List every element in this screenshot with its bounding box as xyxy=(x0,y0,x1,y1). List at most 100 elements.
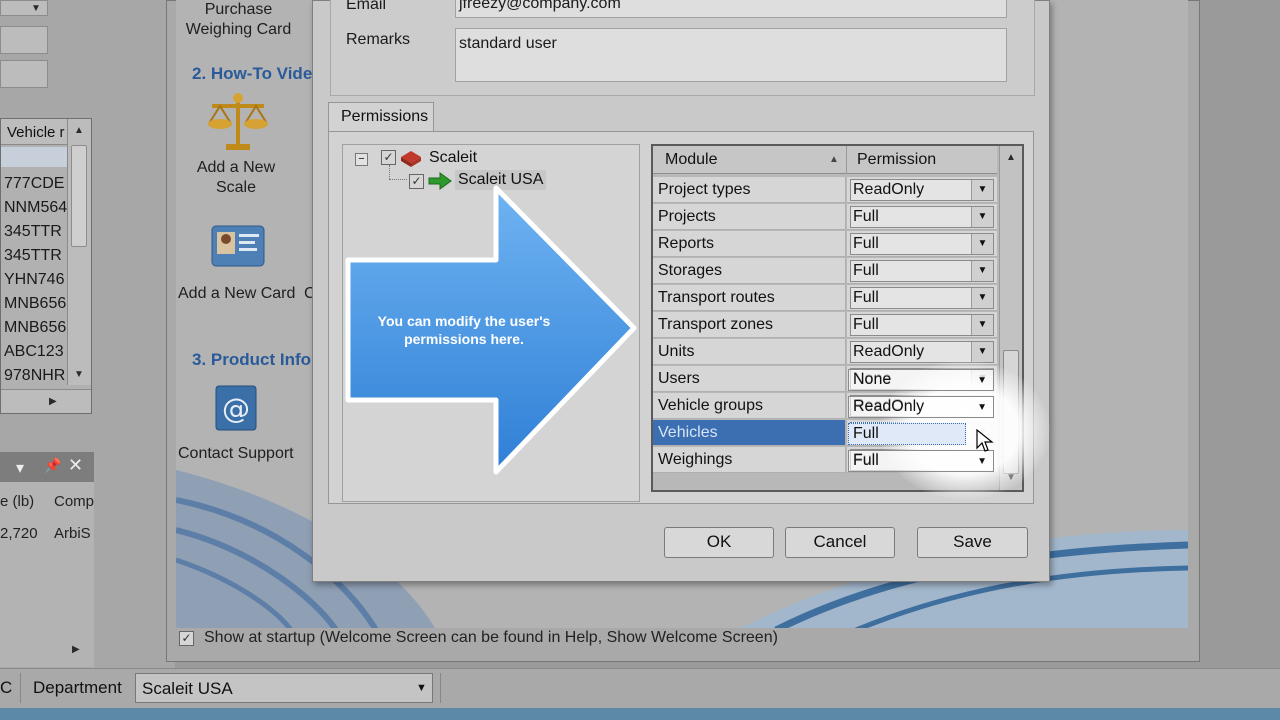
remarks-field[interactable]: standard user xyxy=(455,28,1007,82)
permission-value: Full xyxy=(853,451,879,468)
column-header-module[interactable]: Module xyxy=(665,151,717,169)
scale-icon[interactable] xyxy=(206,92,270,152)
permission-select[interactable]: Full ▼ xyxy=(850,233,994,255)
permission-select[interactable]: Full ▼ xyxy=(850,287,994,309)
tree-line xyxy=(389,165,390,179)
scroll-up-icon[interactable]: ▲ xyxy=(1006,152,1016,163)
list-item[interactable]: ABC123 xyxy=(4,343,64,361)
show-at-startup-row: ✓ Show at startup (Welcome Screen can be… xyxy=(176,628,1188,650)
module-cell[interactable]: Projects xyxy=(653,204,846,230)
column-header[interactable]: e (lb) xyxy=(0,493,34,510)
svg-text:@: @ xyxy=(222,392,250,425)
module-cell[interactable]: Storages xyxy=(653,258,846,284)
table-row[interactable]: Project types ReadOnly ▼ xyxy=(653,177,997,204)
tree-item-root[interactable]: Scaleit xyxy=(429,149,477,167)
module-cell[interactable]: Units xyxy=(653,339,846,365)
tree-line xyxy=(389,179,407,180)
chevron-down-icon[interactable]: ▼ xyxy=(971,342,993,362)
list-item[interactable]: MNB656 xyxy=(4,295,66,313)
tree-collapse-icon[interactable]: − xyxy=(355,153,368,166)
permission-select[interactable]: Full ▼ xyxy=(850,260,994,282)
permission-value: Full xyxy=(853,424,879,441)
contact-support-link[interactable]: Contact Support xyxy=(178,444,294,464)
cursor-spotlight xyxy=(880,360,1050,500)
module-cell[interactable]: Transport zones xyxy=(653,312,846,338)
list-item[interactable]: 777CDE xyxy=(4,175,64,193)
tree-checkbox[interactable]: ✓ xyxy=(381,150,396,165)
purchase-card-link[interactable]: Purchase Weighing Card xyxy=(176,0,301,40)
status-fragment: C xyxy=(0,678,13,697)
column-header[interactable]: Comp xyxy=(54,493,94,510)
permission-value: ReadOnly xyxy=(853,181,925,198)
department-label: Department xyxy=(33,678,122,697)
module-cell[interactable]: Reports xyxy=(653,231,846,257)
permission-value: Full xyxy=(853,208,879,225)
module-cell[interactable]: Vehicles xyxy=(653,420,846,446)
pin-icon[interactable]: 📌 xyxy=(44,457,61,474)
permission-cell: Full ▼ xyxy=(847,258,997,284)
permission-select[interactable]: Full ▼ xyxy=(850,314,994,336)
show-at-startup-checkbox[interactable]: ✓ xyxy=(179,631,194,646)
left-toolbar-button[interactable] xyxy=(0,60,48,88)
scroll-right-icon[interactable]: ▶ xyxy=(49,396,57,407)
dropdown-icon[interactable]: ▾ xyxy=(16,458,24,478)
scrollbar-thumb[interactable] xyxy=(71,145,87,247)
module-cell[interactable]: Weighings xyxy=(653,447,846,473)
table-row[interactable]: Reports Full ▼ xyxy=(653,231,997,258)
scroll-up-icon[interactable]: ▲ xyxy=(74,125,84,136)
section-heading: 2. How-To Vide xyxy=(192,64,313,83)
scroll-right-icon[interactable]: ▶ xyxy=(72,644,80,655)
left-toolbar-button[interactable] xyxy=(0,26,48,54)
permission-value: Full xyxy=(853,235,879,252)
vehicle-list-scrollbar[interactable]: ▲ ▼ xyxy=(67,119,91,385)
module-cell[interactable]: Transport routes xyxy=(653,285,846,311)
email-at-icon[interactable]: @ xyxy=(212,384,262,436)
permission-cell: Full ▼ xyxy=(847,312,997,338)
chevron-down-icon[interactable]: ▼ xyxy=(971,234,993,254)
table-row[interactable]: Transport routes Full ▼ xyxy=(653,285,997,312)
list-item[interactable]: MNB656 xyxy=(4,319,66,337)
module-cell[interactable]: Project types xyxy=(653,177,846,203)
column-header-permission[interactable]: Permission xyxy=(857,151,936,169)
list-item[interactable]: 345TTR xyxy=(4,223,62,241)
add-card-link[interactable]: Add a New Card xyxy=(178,284,295,304)
save-button[interactable]: Save xyxy=(917,527,1028,558)
docked-panel-titlebar: ▾ 📌 ✕ xyxy=(0,452,94,482)
divider xyxy=(20,673,21,703)
organization-icon xyxy=(401,151,421,167)
module-cell[interactable]: Vehicle groups xyxy=(653,393,846,419)
chevron-down-icon[interactable]: ▼ xyxy=(416,682,427,694)
chevron-down-icon[interactable]: ▼ xyxy=(971,261,993,281)
table-row[interactable]: Projects Full ▼ xyxy=(653,204,997,231)
list-item[interactable]: YHN746 xyxy=(4,271,64,289)
list-item[interactable]: 345TTR xyxy=(4,247,62,265)
sort-ascending-icon: ▲ xyxy=(829,154,839,165)
vehicle-list[interactable]: Vehicle r 777CDE NNM564 345TTR 345TTR YH… xyxy=(0,118,92,414)
permission-value: ReadOnly xyxy=(853,343,925,360)
vehicle-list-hscrollbar[interactable]: ▶ xyxy=(1,389,91,413)
scroll-down-icon[interactable]: ▼ xyxy=(74,369,84,380)
list-item[interactable]: 978NHR xyxy=(4,367,65,385)
table-row[interactable]: Transport zones Full ▼ xyxy=(653,312,997,339)
id-card-icon[interactable] xyxy=(208,222,268,272)
chevron-down-icon[interactable]: ▼ xyxy=(971,207,993,227)
email-field[interactable]: jfreezy@company.com xyxy=(455,0,1007,18)
tab-permissions[interactable]: Permissions xyxy=(328,102,434,132)
close-icon[interactable]: ✕ xyxy=(68,455,83,476)
top-left-dropdown[interactable]: ▼ xyxy=(0,0,48,16)
cancel-button[interactable]: Cancel xyxy=(785,527,895,558)
table-row[interactable]: Storages Full ▼ xyxy=(653,258,997,285)
taskbar-strip xyxy=(0,708,1280,720)
department-select[interactable]: Scaleit USA ▼ xyxy=(135,673,433,703)
chevron-down-icon[interactable]: ▼ xyxy=(971,180,993,200)
permission-select[interactable]: Full ▼ xyxy=(850,206,994,228)
add-scale-link[interactable]: Add a New Scale xyxy=(176,158,296,198)
chevron-down-icon[interactable]: ▼ xyxy=(971,315,993,335)
list-item[interactable]: NNM564 xyxy=(4,199,67,217)
vehicle-list-selected-row[interactable] xyxy=(1,147,67,167)
module-cell[interactable]: Users xyxy=(653,366,846,392)
permission-cell: ReadOnly ▼ xyxy=(847,177,997,203)
chevron-down-icon[interactable]: ▼ xyxy=(971,288,993,308)
ok-button[interactable]: OK xyxy=(664,527,774,558)
permission-select[interactable]: ReadOnly ▼ xyxy=(850,179,994,201)
